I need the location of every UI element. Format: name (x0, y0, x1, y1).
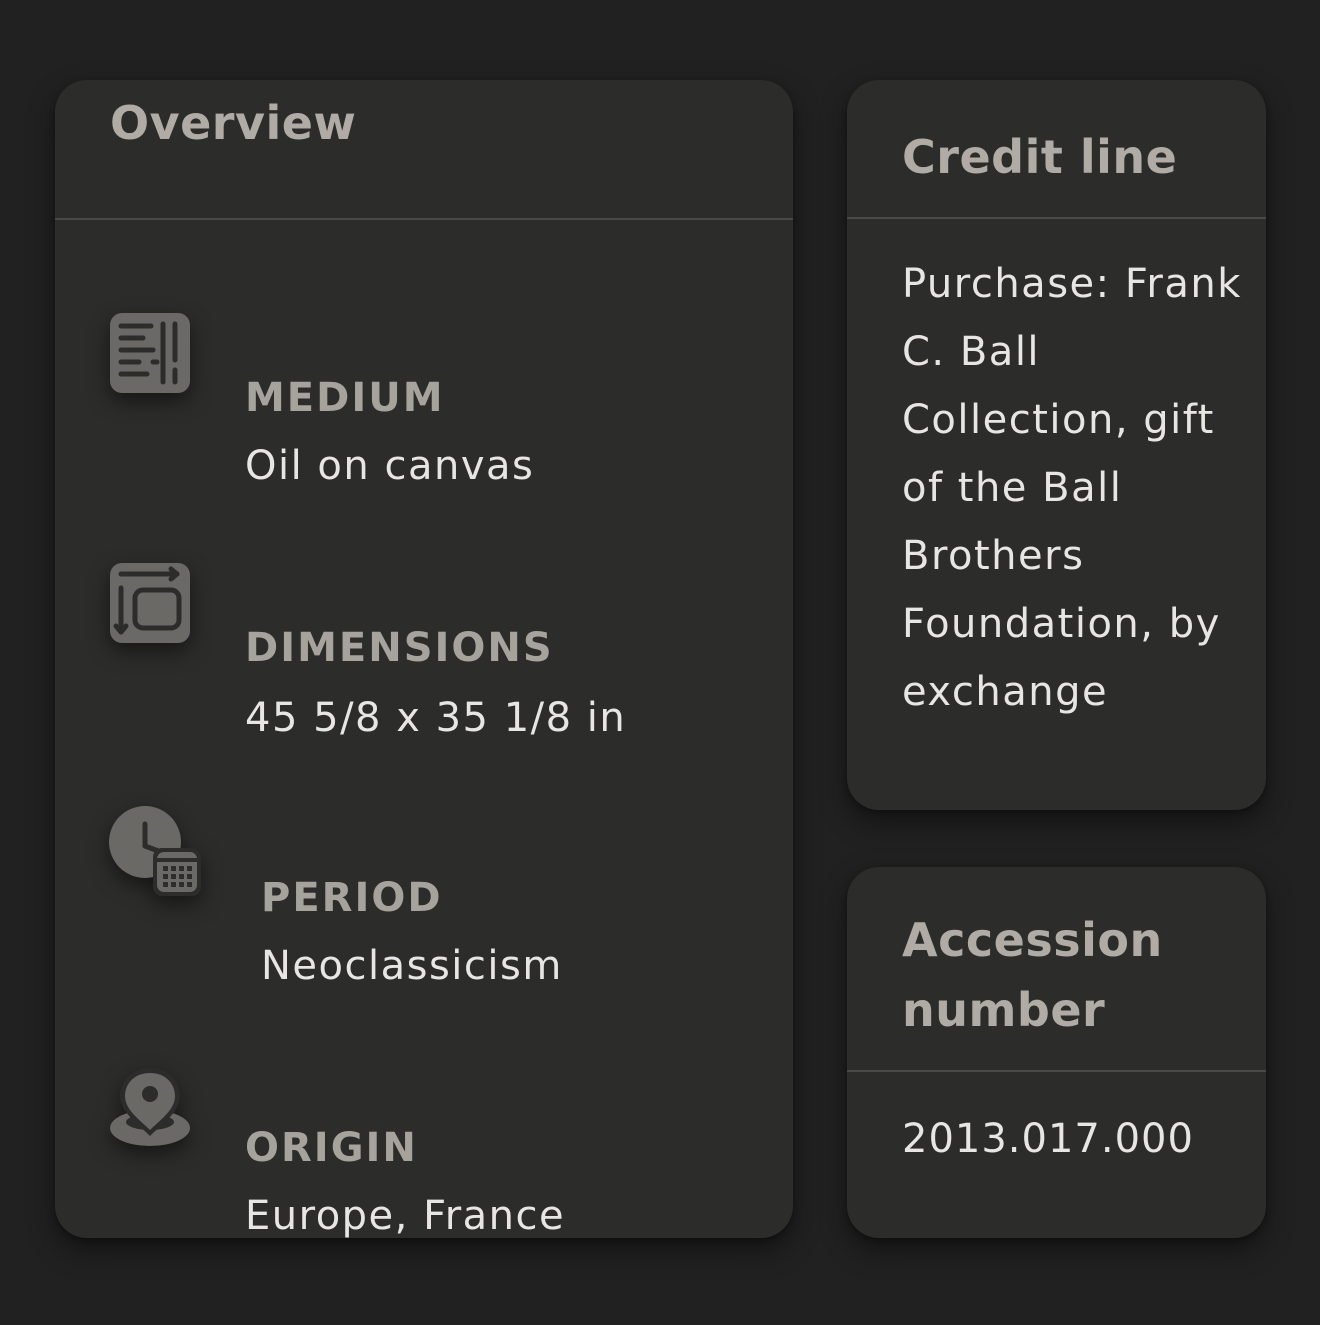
overview-card: Overview MEDIUM Oil on canvas DIMENSIONS… (55, 80, 793, 1238)
overview-header: Overview (55, 80, 793, 220)
dimensions-row: DIMENSIONS 45 5/8 x 35 1/8 in (55, 540, 793, 740)
medium-value: Oil on canvas (245, 443, 535, 489)
period-value: Neoclassicism (261, 943, 563, 989)
origin-row: ORIGIN Europe, France (55, 1040, 793, 1238)
clock-calendar-icon (107, 804, 207, 904)
location-pin-icon (107, 1064, 193, 1150)
credit-line-title: Credit line (902, 130, 1178, 184)
period-label: PERIOD (261, 875, 443, 921)
credit-line-header: Credit line (847, 80, 1266, 219)
accession-number-card: Accession number 2013.017.000 (847, 867, 1266, 1238)
accession-number-title: Accession number (902, 913, 1163, 1037)
texture-icon (107, 310, 193, 396)
period-row: PERIOD Neoclassicism (55, 790, 793, 988)
dimensions-icon (107, 560, 193, 646)
credit-line-text: Purchase: Frank C. Ball Collection, gift… (902, 261, 1242, 715)
medium-label: MEDIUM (245, 375, 445, 421)
medium-row: MEDIUM Oil on canvas (55, 290, 793, 488)
overview-title: Overview (110, 96, 357, 150)
credit-line-card: Credit line Purchase: Frank C. Ball Coll… (847, 80, 1266, 810)
origin-label: ORIGIN (245, 1125, 418, 1171)
origin-value: Europe, France (245, 1193, 566, 1238)
accession-number-header: Accession number (847, 867, 1266, 1072)
accession-number-value: 2013.017.000 (902, 1116, 1194, 1162)
dimensions-value: 45 5/8 x 35 1/8 in (245, 695, 627, 741)
dimensions-label: DIMENSIONS (245, 625, 554, 671)
